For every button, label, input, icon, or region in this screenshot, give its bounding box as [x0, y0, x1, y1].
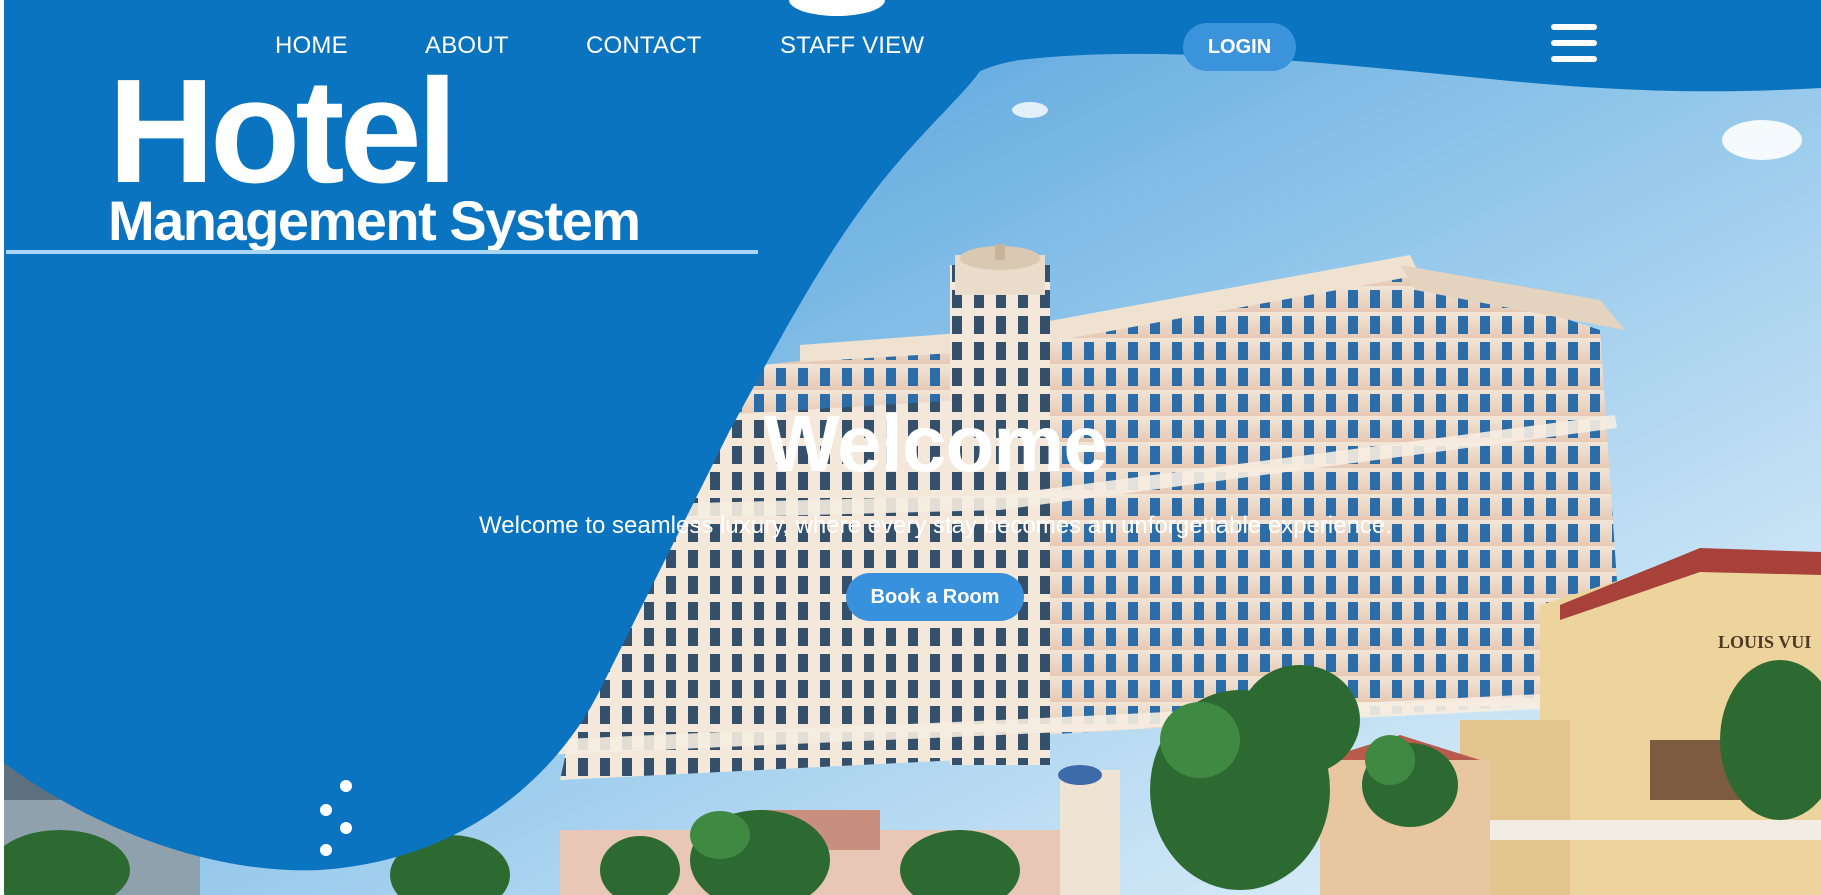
logo-underline	[6, 250, 758, 254]
hotel-center-tower	[950, 265, 1050, 765]
hamburger-menu-icon[interactable]	[1551, 24, 1597, 64]
nav-about[interactable]: ABOUT	[425, 32, 509, 60]
cloud	[1012, 102, 1048, 118]
logo-subtitle: Management System	[108, 189, 641, 252]
nav-home[interactable]: HOME	[275, 32, 348, 60]
nav-staff-view[interactable]: STAFF VIEW	[780, 32, 924, 60]
decorative-dots	[318, 780, 358, 860]
book-room-button[interactable]: Book a Room	[846, 573, 1024, 621]
nav-contact[interactable]: CONTACT	[586, 32, 702, 60]
login-button[interactable]: LOGIN	[1183, 23, 1296, 71]
sign-text: LOUIS VUI	[1718, 632, 1811, 652]
cloud	[1722, 120, 1802, 160]
main-nav: HOME ABOUT CONTACT STAFF VIEW LOGIN	[0, 0, 1821, 92]
